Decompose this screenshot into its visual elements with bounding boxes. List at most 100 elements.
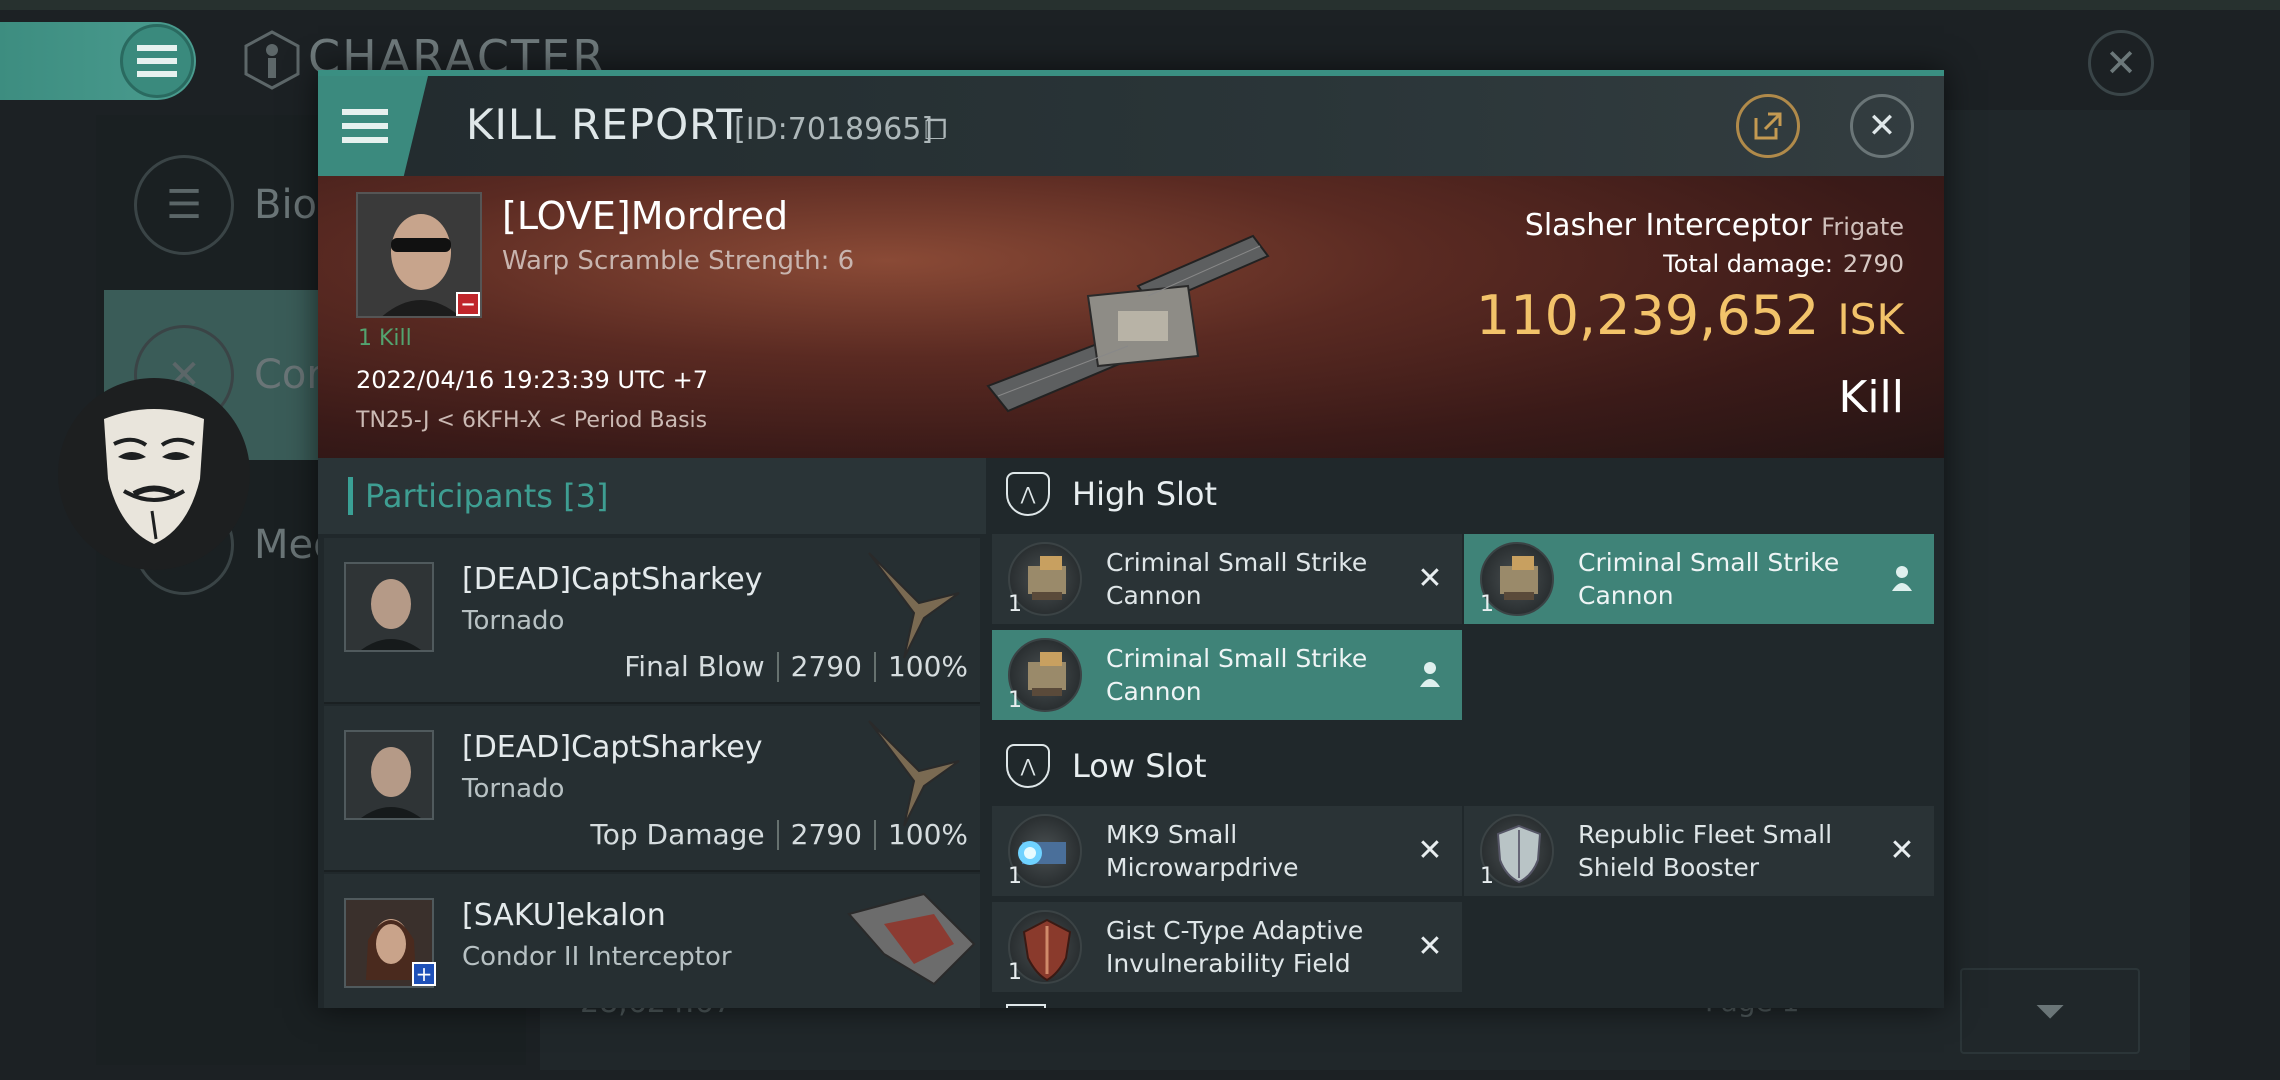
close-button[interactable]: ✕: [2088, 30, 2154, 96]
module-item[interactable]: 1 Criminal Small Strike Cannon: [992, 630, 1462, 720]
participant-ship: Tornado: [462, 774, 565, 804]
copy-icon[interactable]: ❐: [924, 116, 947, 146]
close-icon: ✕: [2105, 41, 2137, 85]
high-slot-header: ⋀ High Slot: [986, 458, 1944, 530]
module-item[interactable]: 1 Criminal Small Strike Cannon: [1464, 534, 1934, 624]
module-quantity: 1: [1008, 960, 1022, 985]
total-damage-label: Total damage:: [1663, 250, 1833, 278]
warp-scramble: Warp Scramble Strength: 6: [502, 246, 855, 276]
participant-ship-image: [868, 720, 960, 827]
low-slot-header: ⋀ Low Slot: [986, 730, 1944, 802]
result-label: Kill: [1838, 372, 1904, 423]
isk-value: 110,239,652 ISK: [1476, 284, 1904, 347]
module-name: Criminal Small Strike Cannon: [1106, 644, 1368, 706]
participant-name: [SAKU]ekalon: [462, 898, 666, 933]
top-bar: [0, 0, 2280, 10]
participant-ship: Tornado: [462, 606, 565, 636]
module-item[interactable]: 1 Republic Fleet Small Shield Booster ✕: [1464, 806, 1934, 896]
destroyed-x-icon: ✕: [1417, 832, 1443, 868]
participant-percent: 100%: [887, 650, 968, 683]
low-slot-icon: ⋀: [1006, 744, 1050, 788]
hamburger-icon: [137, 45, 177, 77]
stat-separator: [776, 651, 779, 682]
ship-name: Slasher Interceptor Frigate: [1525, 208, 1904, 243]
hamburger-icon: [342, 109, 388, 143]
external-link-icon: [1754, 112, 1782, 140]
share-button[interactable]: [1736, 94, 1800, 158]
filter-button[interactable]: ⏷: [1960, 968, 2140, 1054]
participant-stats: Final Blow 2790 100%: [624, 650, 968, 683]
module-item[interactable]: 1 Criminal Small Strike Cannon ✕: [992, 534, 1462, 624]
module-name: Criminal Small Strike Cannon: [1106, 548, 1368, 610]
module-quantity: 1: [1008, 592, 1022, 617]
character-icon: [244, 30, 300, 90]
participant-stat-label: Final Blow: [624, 650, 765, 683]
sidebar-item-label: Bio: [254, 182, 318, 228]
dropped-person-icon: [1884, 560, 1920, 596]
kill-report-dialog: KILL REPORT [ID:7018965] ❐ ✕ − [LOVE]Mor…: [318, 70, 1944, 1008]
participant-portrait: [344, 562, 434, 652]
kill-count: 1 Kill: [358, 326, 412, 351]
module-quantity: 1: [1480, 864, 1494, 889]
isk-amount: 110,239,652: [1475, 284, 1820, 347]
participant-percent: 100%: [887, 818, 968, 851]
participant-damage: 2790: [790, 818, 862, 851]
kill-banner: − [LOVE]Mordred Warp Scramble Strength: …: [318, 176, 1944, 458]
anonymous-avatar[interactable]: [58, 378, 250, 570]
ship-class: Frigate: [1821, 213, 1904, 241]
dialog-title: KILL REPORT: [466, 100, 743, 149]
kill-datetime: 2022/04/16 19:23:39 UTC +7: [356, 366, 708, 394]
dropped-person-icon: [1412, 656, 1448, 692]
module-item[interactable]: 1 Gist C-Type Adaptive Invulnerability F…: [992, 902, 1462, 992]
participant-stat-label: Top Damage: [590, 818, 765, 851]
isk-unit: ISK: [1837, 295, 1904, 344]
dialog-close-button[interactable]: ✕: [1850, 94, 1914, 158]
kill-id: [ID:7018965]: [734, 112, 934, 147]
destroyed-x-icon: ✕: [1417, 928, 1443, 964]
high-slot-icon: ⋀: [1006, 472, 1050, 516]
destroyed-x-icon: ✕: [1889, 832, 1915, 868]
module-item[interactable]: 1 MK9 Small Microwarpdrive ✕: [992, 806, 1462, 896]
total-damage-value: 2790: [1842, 250, 1904, 278]
participant-row[interactable]: + [SAKU]ekalon Condor II Interceptor: [324, 874, 980, 1008]
module-quantity: 1: [1008, 688, 1022, 713]
ally-badge: +: [412, 962, 436, 986]
participant-damage: 2790: [790, 650, 862, 683]
close-icon: ✕: [1867, 106, 1897, 146]
mid-slot-icon: [1006, 1004, 1046, 1008]
hostile-badge: −: [456, 292, 480, 316]
main-menu-button[interactable]: [120, 24, 194, 98]
module-name: MK9 Small Microwarpdrive: [1106, 820, 1299, 882]
filter-icon: ⏷: [2034, 988, 2066, 1033]
victim-ship-image: [986, 234, 1270, 413]
total-damage: Total damage: 2790: [1663, 250, 1904, 278]
dialog-header: KILL REPORT [ID:7018965] ❐ ✕: [318, 76, 1944, 176]
participants-header: Participants [3]: [318, 458, 986, 534]
high-slot-label: High Slot: [1072, 475, 1218, 513]
kill-location: TN25-J < 6KFH-X < Period Basis: [356, 408, 708, 433]
module-quantity: 1: [1480, 592, 1494, 617]
participant-row[interactable]: [DEAD]CaptSharkey Tornado Final Blow 2790…: [324, 538, 980, 704]
participants-title: Participants [3]: [365, 477, 609, 515]
fitting-panel: ⋀ High Slot 1 Criminal Small Strike Canno…: [986, 458, 1944, 1008]
victim-name[interactable]: [LOVE]Mordred: [502, 194, 788, 238]
module-name: Criminal Small Strike Cannon: [1578, 548, 1840, 610]
low-slot-label: Low Slot: [1072, 747, 1207, 785]
participant-stats: Top Damage 2790 100%: [590, 818, 968, 851]
module-quantity: 1: [1008, 864, 1022, 889]
participant-name: [DEAD]CaptSharkey: [462, 562, 763, 597]
dialog-menu-button[interactable]: [318, 76, 428, 176]
stat-separator: [873, 651, 876, 682]
participant-name: [DEAD]CaptSharkey: [462, 730, 763, 765]
mask-icon: [104, 409, 204, 544]
module-name: Gist C-Type Adaptive Invulnerability Fie…: [1106, 916, 1364, 978]
header-accent-bar: [348, 477, 353, 515]
participant-ship-image: [847, 892, 976, 986]
stat-separator: [776, 819, 779, 850]
participant-ship-image: [868, 552, 960, 659]
sidebar-item-label: Cor: [254, 352, 323, 398]
stat-separator: [873, 819, 876, 850]
ship-name-text: Slasher Interceptor: [1524, 208, 1812, 243]
participants-panel: Participants [3] [DEAD]CaptSharkey Torna…: [318, 458, 986, 1008]
participant-row[interactable]: [DEAD]CaptSharkey Tornado Top Damage 2790…: [324, 706, 980, 872]
